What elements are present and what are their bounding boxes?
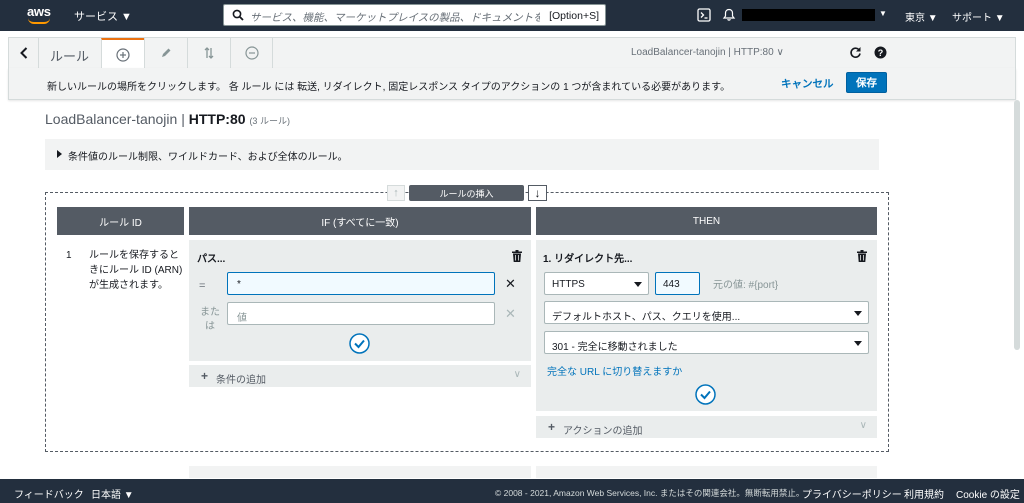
column-header-if: IF (すべてに一致) (189, 207, 531, 235)
add-action-button[interactable]: + アクションの追加 ∨ (536, 416, 877, 438)
back-button[interactable] (9, 38, 39, 68)
chevron-down-icon: ∨ (513, 369, 521, 380)
action-type: 1. リダイレクト先... (543, 254, 633, 265)
services-menu[interactable]: サービス ▼ (74, 8, 132, 24)
footer: フィードバック 日本語 ▼ © 2008 - 2021, Amazon Web … (0, 479, 1024, 503)
pencil-icon (162, 48, 171, 57)
path-value-input[interactable]: * (227, 272, 495, 295)
remove-value-2-icon[interactable]: ✕ (505, 306, 516, 322)
region-menu[interactable]: 東京 ▼ (905, 9, 938, 24)
refresh-icon[interactable] (849, 46, 862, 59)
host-path-query-value: デフォルトホスト、パス、クエリを使用... (552, 312, 741, 323)
host-path-query-select[interactable]: デフォルトホスト、パス、クエリを使用... (544, 301, 869, 324)
path-value-input-2[interactable]: 値 (227, 302, 495, 325)
cloudshell-icon[interactable] (697, 8, 711, 22)
heading-separator: | (177, 111, 189, 127)
column-header-then: THEN (536, 207, 877, 235)
rule-limits-expander[interactable]: 条件値のルール制限、ワイルドカード、および全体のルール。 (45, 139, 879, 170)
tab-edit-rule[interactable] (144, 38, 187, 68)
chevron-down-icon: ∨ (859, 420, 867, 431)
account-menu[interactable] (742, 9, 875, 21)
rule-count: (3 ルール) (249, 116, 290, 126)
rule-arn-note: ルールを保存するときにルール ID (ARN) が生成されます。 (89, 250, 183, 291)
aws-smile-icon (28, 18, 50, 24)
plus-icon: + (201, 369, 209, 383)
caret-right-icon (57, 150, 62, 158)
svg-text:?: ? (878, 48, 884, 58)
caret-down-icon (634, 282, 642, 287)
switch-full-url-link[interactable]: 完全な URL に切り替えますか (547, 363, 682, 378)
column-header-rule-id: ルール ID (57, 207, 184, 235)
confirm-action-icon[interactable] (695, 384, 716, 405)
original-port-hint: 元の値: #{port} (713, 280, 779, 291)
chevron-left-icon (19, 47, 27, 59)
status-code-select[interactable]: 301 - 完全に移動されました (544, 331, 869, 354)
instruction-message: 新しいルールの場所をクリックします。 各 ルール には 転送, リダイレクト, … (47, 82, 731, 93)
page-scrollbar[interactable] (1014, 100, 1020, 350)
feedback-link[interactable]: フィードバック (14, 486, 84, 501)
terms-link[interactable]: 利用規約 (904, 486, 944, 501)
add-action-label: アクションの追加 (563, 426, 643, 437)
bell-icon[interactable] (722, 8, 736, 22)
account-caret-icon[interactable]: ▼ (879, 9, 887, 18)
aws-logo-text: aws (27, 4, 51, 19)
minus-circle-icon (244, 46, 259, 60)
trash-icon[interactable] (512, 250, 522, 262)
or-label: または (200, 307, 220, 332)
protocol-select[interactable]: HTTPS (544, 272, 649, 295)
help-icon[interactable]: ? (874, 46, 887, 59)
support-menu[interactable]: サポート ▼ (952, 9, 1005, 24)
listener-selector[interactable]: LoadBalancer-tanojin | HTTP:80 ∨ (631, 47, 784, 58)
confirm-condition-icon[interactable] (349, 333, 370, 354)
remove-value-icon[interactable]: ✕ (505, 276, 516, 292)
caret-down-icon (854, 341, 862, 346)
listener-heading: LoadBalancer-tanojin | HTTP:80 (3 ルール) (45, 111, 290, 127)
cookie-settings-link[interactable]: Cookie の設定 (956, 486, 1020, 501)
rule-number: 1 (66, 250, 72, 261)
status-code-value: 301 - 完全に移動されました (552, 342, 678, 353)
next-rule-then-stub (536, 466, 877, 478)
copyright-text: © 2008 - 2021, Amazon Web Services, Inc.… (495, 488, 805, 498)
search-icon (232, 9, 244, 21)
condition-type: パス... (197, 254, 226, 265)
plus-icon: + (548, 420, 556, 434)
top-nav: aws サービス ▼ サービス、機能、マーケットプレイスの製品、ドキュメントを検… (0, 0, 1024, 31)
insert-rule-label: ルールの挿入 (409, 185, 524, 201)
insert-down-button[interactable]: ↓ (528, 185, 547, 201)
insert-up-button[interactable]: ↑ (387, 185, 405, 201)
add-condition-button[interactable]: + 条件の追加 ∨ (189, 365, 531, 387)
cancel-button[interactable]: キャンセル (781, 76, 834, 91)
trash-icon[interactable] (857, 250, 867, 262)
aws-logo[interactable]: aws (27, 5, 53, 25)
protocol-value: HTTPS (552, 279, 585, 290)
expander-label: 条件値のルール制限、ワイルドカード、および全体のルール。 (68, 152, 348, 163)
condition-panel: パス... = * ✕ または 値 ✕ (189, 240, 531, 361)
search-input[interactable]: サービス、機能、マーケットプレイスの製品、ドキュメントを検索 [Option+S… (223, 4, 606, 26)
tab-add-rule[interactable] (101, 38, 144, 69)
info-bar: 新しいルールの場所をクリックします。 各 ルール には 転送, リダイレクト, … (8, 68, 1016, 100)
lb-name: LoadBalancer-tanojin (45, 111, 178, 127)
action-panel: 1. リダイレクト先... HTTPS 443 元の値: #{port} デフォ… (536, 240, 877, 411)
search-placeholder: サービス、機能、マーケットプレイスの製品、ドキュメントを検索 (250, 12, 540, 24)
search-shortcut: [Option+S] (549, 10, 599, 22)
language-select[interactable]: 日本語 ▼ (91, 486, 134, 501)
reorder-icon (204, 47, 214, 59)
tab-reorder-rules[interactable] (187, 38, 230, 68)
tab-delete-rule[interactable] (230, 38, 273, 68)
next-rule-if-stub (189, 466, 531, 478)
caret-down-icon (854, 311, 862, 316)
plus-circle-icon (116, 47, 130, 62)
add-condition-label: 条件の追加 (216, 375, 266, 386)
save-button[interactable]: 保存 (846, 72, 887, 93)
listener-name: HTTP:80 (188, 111, 246, 127)
rules-toolbar: ルール LoadBalancer-tanojin | HTTP:80 ∨ ? (8, 37, 1016, 69)
port-input[interactable]: 443 (655, 272, 700, 295)
operator-label: = (199, 280, 206, 292)
privacy-link[interactable]: プライバシーポリシー (802, 486, 902, 501)
page-title: ルール (50, 49, 90, 64)
